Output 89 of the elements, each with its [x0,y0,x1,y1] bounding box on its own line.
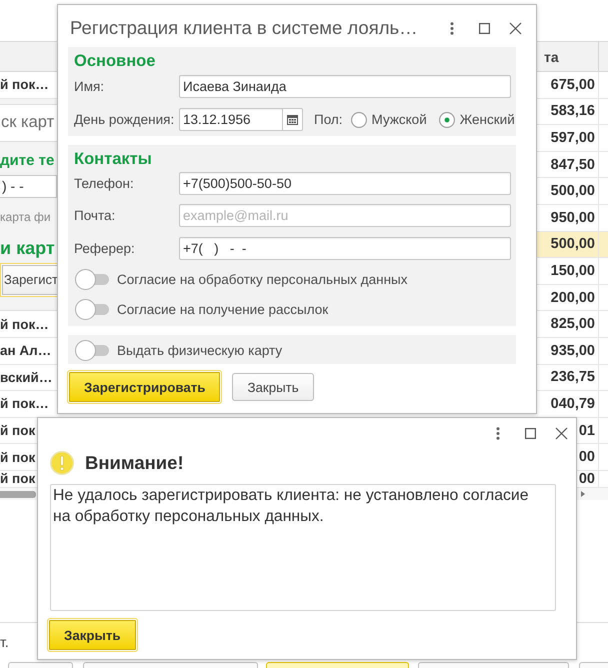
push-button[interactable]: Зарегистрировать [67,370,222,404]
text-field[interactable]: Исаева Зинаида [179,75,511,98]
table-cell: й пок… [0,316,49,332]
table-cell: й пок [0,471,36,486]
push-button[interactable]: Закрыть [232,373,314,401]
close-icon[interactable] [555,426,568,440]
warning-icon [50,451,74,475]
table-row[interactable]: 597,00 [537,125,608,152]
table-cell: 597,00 [550,130,595,146]
table-row[interactable]: 935,00 [537,338,608,365]
table-row[interactable]: 825,00 [537,311,608,338]
field-label: Пол: [314,112,343,127]
table-row[interactable]: 500,00 [537,178,608,205]
toolbar-button[interactable] [418,662,569,668]
table-cell: 500,00 [550,236,595,252]
field-label: Имя: [74,79,104,94]
field-label: Почта: [74,208,116,223]
table-cell: 583,16 [550,103,595,120]
section-heading: дите те [0,150,54,171]
more-icon[interactable] [496,426,500,440]
table-cell: вский… [0,370,52,385]
maximize-icon[interactable] [525,428,536,438]
section-heading: Контакты [74,149,152,169]
close-icon[interactable] [509,22,522,34]
scrollbar-thumb[interactable] [0,490,36,498]
more-icon[interactable] [450,22,454,34]
search-field[interactable]: ск карт [0,104,57,142]
toggle-switch[interactable] [75,298,109,320]
table-cell: 040,79 [550,396,595,412]
table-cell: 825,00 [550,316,595,332]
table-row[interactable]: 950,00 [537,204,608,232]
phone-field[interactable]: ) - - [0,174,57,198]
table-cell: 236,75 [550,369,595,386]
message-text: Не удалось зарегистрировать клиента: не установлено согласие на обработку персональных данных. [53,486,530,527]
radio-option[interactable]: Мужской [350,112,427,128]
table-cell: 675,00 [550,76,595,93]
section-heading: Основное [74,51,156,71]
table-row[interactable]: 500,00 [537,232,608,258]
table-row[interactable]: 236,75 [537,364,608,392]
table-cell: й пок [0,423,36,438]
table-row[interactable]: 150,00 [537,258,608,285]
table-cell: 01 [578,422,595,439]
toggle-switch[interactable] [75,268,109,290]
toggle-switch[interactable] [75,340,109,360]
push-button[interactable]: Зарегист [0,262,57,297]
switch-label: Согласие на обработку персональных данных [117,272,408,286]
toolbar-button[interactable] [83,662,258,668]
switch-label: Согласие на получение рассылок [117,302,328,316]
text-field[interactable]: +7( ) - - [179,237,511,260]
calendar-icon [287,114,298,125]
field-label: День рождения: [74,112,174,127]
table-cell: 847,50 [550,156,595,173]
toolbar-button[interactable] [579,662,608,668]
maximize-icon[interactable] [479,22,490,34]
table-cell: 00 [578,470,595,487]
radio-icon[interactable] [438,112,455,128]
table-cell: ан Ал… [0,343,52,358]
section-heading: и карт [0,236,55,259]
alert-title: Внимание! [85,452,184,474]
toolbar-button[interactable] [266,662,409,668]
radio-option[interactable]: Женский [438,112,515,128]
calendar-button[interactable] [282,108,303,131]
switch-label: Выдать физическую карту [117,342,282,358]
table-cell: 935,00 [550,342,595,359]
table-row[interactable]: 847,50 [537,152,608,178]
date-field[interactable]: 13.12.1956 [179,108,282,131]
field-label: Телефон: [74,176,134,191]
hint-text: карта фи [0,208,51,225]
table-cell: 950,00 [550,210,595,226]
arrow-right-icon[interactable] [581,491,585,497]
table-cell: 200,00 [550,290,595,306]
table-row[interactable]: 200,00 [537,284,608,312]
table-cell: 150,00 [550,262,595,279]
text-field[interactable]: example@mail.ru [179,204,511,227]
table-cell: 00 [578,449,595,466]
table-cell: й пок… [0,77,49,92]
table-cell: й пок… [0,396,49,412]
push-button[interactable]: Закрыть [47,618,138,652]
table-cell: 500,00 [550,183,595,200]
table-cell: й пок [0,450,36,465]
footer-text: т. [0,634,9,650]
table-row[interactable]: 675,00 [537,72,608,99]
radio-icon[interactable] [350,112,367,128]
toolbar-button[interactable] [8,662,73,668]
field-label: Реферер: [74,241,135,256]
table-row[interactable]: 583,16 [537,98,608,126]
column-header: та [537,42,598,72]
text-field[interactable]: +7(500)500-50-50 [179,172,511,195]
window-title: Регистрация клиента в системе лояль… [70,17,418,39]
